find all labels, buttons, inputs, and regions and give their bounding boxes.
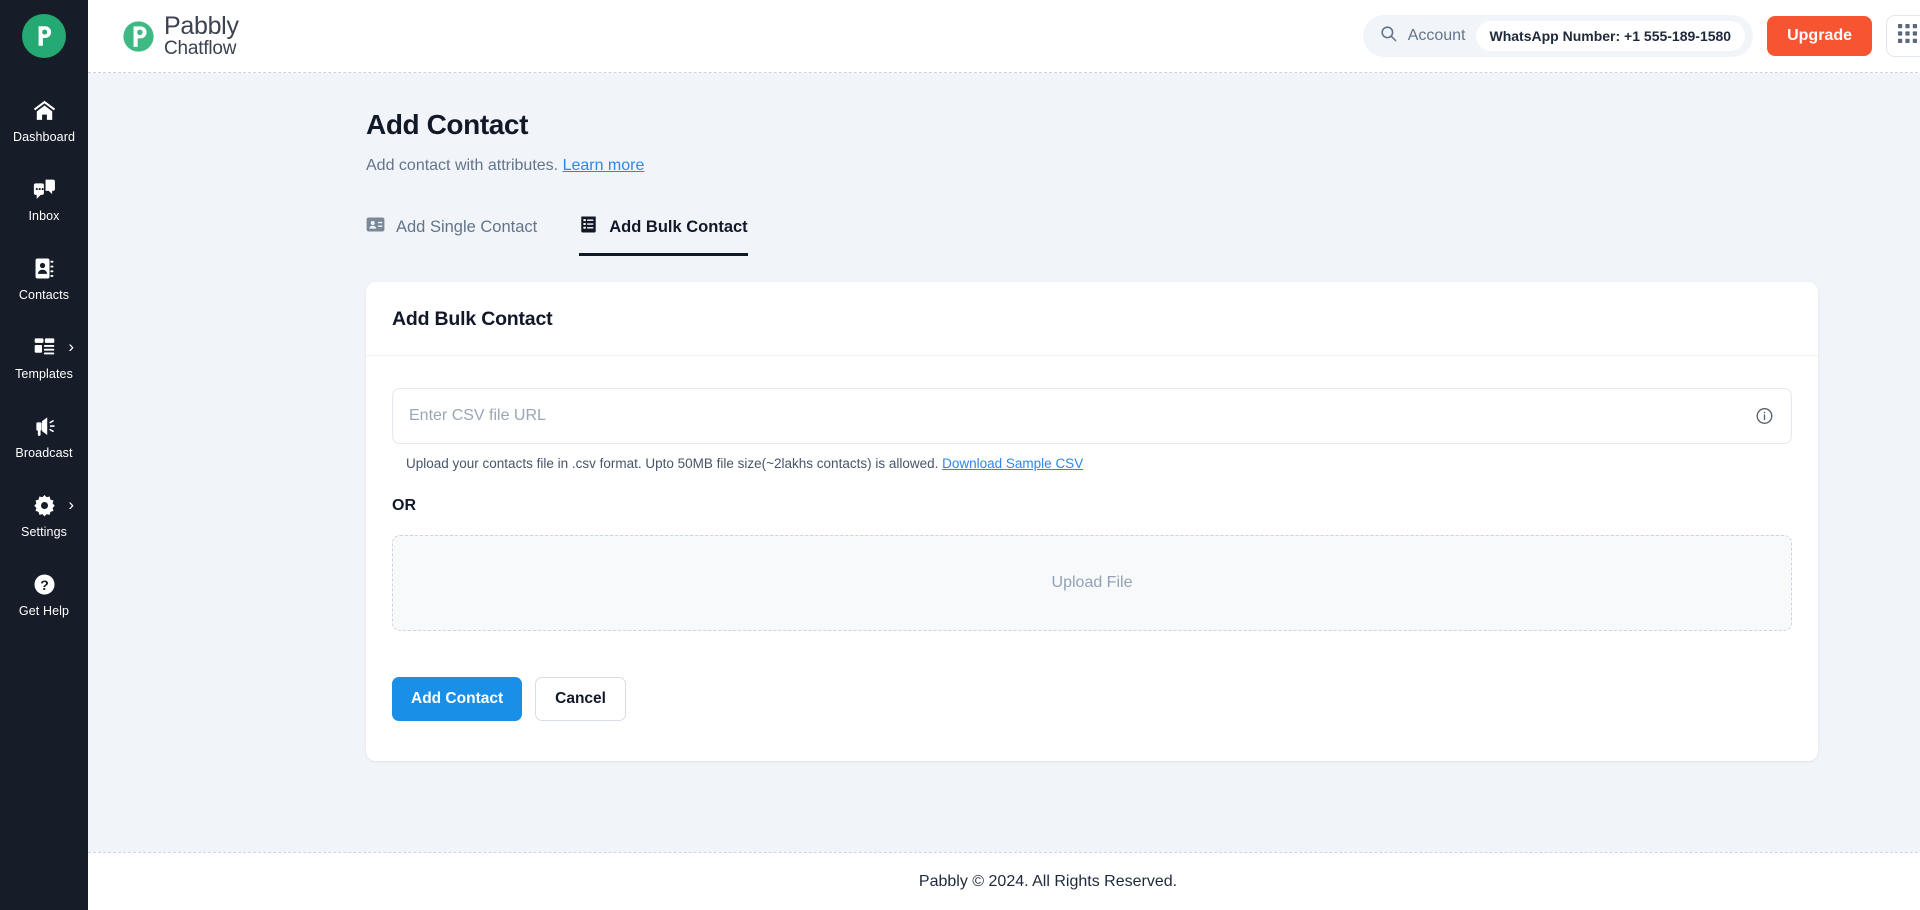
- chevron-right-icon[interactable]: ›: [68, 495, 74, 515]
- sidebar-item-label: Get Help: [18, 604, 70, 618]
- sidebar-item-settings[interactable]: › Settings: [0, 483, 88, 548]
- brand-subtitle: Chatflow: [164, 38, 237, 60]
- sidebar-item-label: Contacts: [18, 288, 70, 302]
- card-header: Add Bulk Contact: [366, 282, 1818, 356]
- form-actions: Add Contact Cancel: [392, 677, 1792, 721]
- chat-bubble-icon: [32, 177, 57, 202]
- header-actions: Account WhatsApp Number: +1 555-189-1580…: [1362, 15, 1920, 57]
- sidebar-item-label: Inbox: [28, 209, 60, 223]
- top-header: Pabbly Chatflow Account WhatsApp Number:…: [88, 0, 1920, 73]
- svg-text:?: ?: [40, 576, 49, 592]
- upgrade-button[interactable]: Upgrade: [1767, 16, 1872, 56]
- grid-apps-icon: [1897, 24, 1917, 48]
- card-body: Upload your contacts file in .csv format…: [366, 356, 1818, 761]
- sidebar-item-inbox[interactable]: Inbox: [0, 167, 88, 232]
- sidebar-item-label: Templates: [15, 367, 73, 381]
- sidebar-item-label: Settings: [21, 525, 67, 539]
- bulk-contact-card: Add Bulk Contact Enter CSV file URL Uplo…: [366, 282, 1818, 761]
- tab-label: Add Single Contact: [396, 217, 538, 236]
- page-title: Add Contact: [366, 109, 529, 140]
- footer-text: Pabbly © 2024. All Rights Reserved.: [918, 872, 1178, 890]
- pabbly-p-logo-icon: [31, 23, 57, 49]
- brand-logo[interactable]: Pabbly Chatflow: [122, 11, 239, 60]
- search-icon[interactable]: [1379, 24, 1398, 48]
- right-pane: Pabbly Chatflow Account WhatsApp Number:…: [88, 0, 1920, 910]
- megaphone-icon: [32, 414, 57, 439]
- account-pill[interactable]: Account WhatsApp Number: +1 555-189-1580: [1362, 15, 1754, 57]
- tab-label: Add Bulk Contact: [609, 217, 748, 236]
- sidebar-logo[interactable]: [22, 14, 66, 58]
- page-subtitle: Add contact with attributes. Learn more: [366, 157, 1818, 175]
- learn-more-link[interactable]: Learn more: [563, 157, 645, 174]
- question-circle-icon: ?: [32, 572, 57, 597]
- sidebar-item-templates[interactable]: › Templates: [0, 325, 88, 390]
- upload-file-label: Upload File: [1051, 574, 1133, 591]
- add-contact-button[interactable]: Add Contact: [392, 677, 523, 721]
- chevron-right-icon[interactable]: ›: [68, 337, 74, 357]
- pabbly-logo-icon: [122, 20, 155, 53]
- csv-url-input[interactable]: [392, 388, 1792, 444]
- template-layout-icon: [32, 335, 57, 360]
- apps-grid-button[interactable]: [1886, 15, 1920, 57]
- whatsapp-number-chip: WhatsApp Number: +1 555-189-1580: [1475, 21, 1746, 51]
- csv-helper-text: Upload your contacts file in .csv format…: [392, 456, 1792, 471]
- content-container: Add Contact Add contact with attributes.…: [88, 109, 1920, 761]
- sidebar: Dashboard Inbox Contacts › Templates Bro…: [0, 0, 88, 910]
- tab-bar: Add Single Contact Add Bulk Contact: [366, 215, 1818, 256]
- info-circle-icon[interactable]: [1755, 407, 1774, 426]
- csv-url-field-wrapper: [392, 388, 1792, 444]
- or-divider-label: OR: [392, 497, 416, 514]
- page-subtitle-text: Add contact with attributes.: [366, 157, 559, 174]
- brand-name: Pabbly: [164, 11, 239, 40]
- sidebar-item-contacts[interactable]: Contacts: [0, 246, 88, 311]
- card-title: Add Bulk Contact: [392, 308, 553, 330]
- sidebar-item-get-help[interactable]: ? Get Help: [0, 562, 88, 627]
- sidebar-item-label: Dashboard: [12, 130, 76, 144]
- cancel-button[interactable]: Cancel: [535, 677, 626, 721]
- sidebar-item-broadcast[interactable]: Broadcast: [0, 404, 88, 469]
- footer: Pabbly © 2024. All Rights Reserved.: [88, 852, 1920, 910]
- file-upload-dropzone[interactable]: Upload File: [392, 535, 1792, 631]
- address-book-icon: [32, 256, 57, 281]
- app-root: Dashboard Inbox Contacts › Templates Bro…: [0, 0, 1920, 910]
- sidebar-item-dashboard[interactable]: Dashboard: [0, 88, 88, 153]
- main-content: Add Contact Add contact with attributes.…: [88, 73, 1920, 852]
- gear-icon: [32, 493, 57, 518]
- tab-add-single-contact[interactable]: Add Single Contact: [366, 215, 537, 256]
- helper-text: Upload your contacts file in .csv format…: [406, 456, 939, 471]
- sidebar-item-label: Broadcast: [15, 446, 73, 460]
- download-sample-csv-link[interactable]: Download Sample CSV: [942, 456, 1083, 471]
- contact-card-icon: [366, 215, 385, 239]
- home-icon: [32, 98, 57, 123]
- tab-add-bulk-contact[interactable]: Add Bulk Contact: [579, 215, 748, 256]
- bulk-list-icon: [579, 215, 598, 239]
- account-label: Account: [1407, 27, 1466, 44]
